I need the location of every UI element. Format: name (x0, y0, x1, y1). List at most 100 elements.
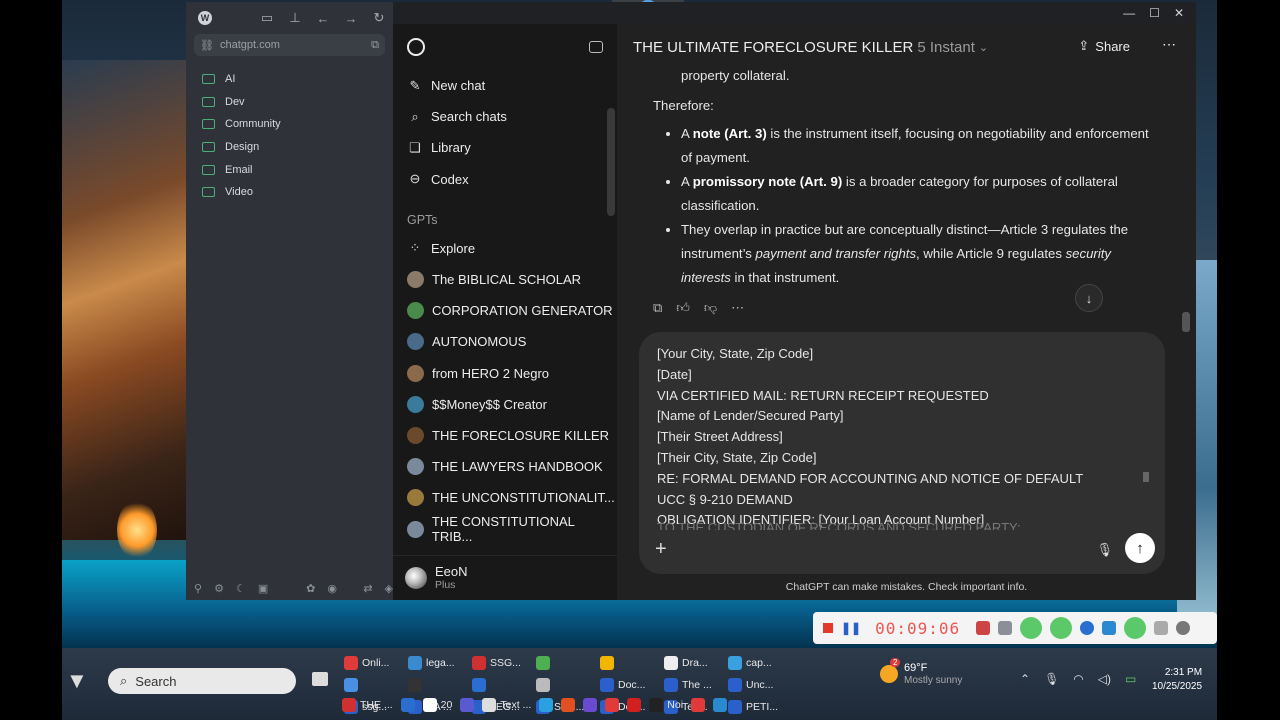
taskbar-app[interactable]: lega... (408, 652, 472, 674)
url-bar[interactable]: ⛓ chatgpt.com ⧉ (194, 34, 385, 56)
taskbar-app[interactable]: Doc... (600, 674, 664, 696)
thumbs-up-icon[interactable]: 👍︎ (676, 300, 690, 316)
taskbar-app[interactable] (536, 652, 600, 674)
browser-logo-icon[interactable]: W (198, 11, 212, 25)
taskbar-app[interactable]: Text ... (482, 698, 531, 712)
taskbar-app[interactable]: Noi (649, 698, 683, 712)
taskbar-app[interactable]: THE ... (342, 698, 393, 712)
pause-icon[interactable]: ❚❚ (841, 621, 861, 635)
forward-icon[interactable]: → (344, 11, 358, 26)
taskbar-app[interactable] (344, 674, 408, 696)
add-attachment-icon[interactable]: + (655, 538, 667, 561)
folder-item[interactable]: Video (186, 181, 393, 204)
sidebar-item-new-chat[interactable]: ✎ New chat (393, 70, 617, 101)
folder-item[interactable]: Email (186, 158, 393, 181)
chat-scrollbar[interactable] (1182, 312, 1190, 332)
gpt-item[interactable]: THE CONSTITUTIONAL TRIB... (393, 513, 617, 544)
stop-record-icon[interactable] (823, 623, 833, 633)
chevron-down-icon[interactable]: ⌄ (979, 41, 988, 54)
sidebar-item-search-chats[interactable]: ⌕ Search chats (393, 101, 617, 132)
taskbar-app[interactable] (400, 698, 415, 712)
taskbar-app[interactable] (539, 698, 554, 712)
minimize-icon[interactable]: — (1123, 6, 1135, 20)
folder-item[interactable]: AI (186, 68, 393, 91)
gpt-item[interactable]: THE LAWYERS HANDBOOK (393, 451, 617, 482)
taskbar-app[interactable]: PETI... (728, 696, 792, 718)
openai-logo-icon[interactable] (407, 38, 425, 56)
taskbar-app[interactable]: SSG... (472, 652, 536, 674)
back-icon[interactable]: ← (316, 11, 330, 26)
more-actions-icon[interactable]: ⋯ (731, 300, 744, 316)
taskbar-clock[interactable]: 2:31 PM 10/25/2025 (1152, 666, 1202, 694)
volume-icon[interactable]: ◁) (1098, 672, 1111, 686)
maximize-icon[interactable]: ☐ (1149, 6, 1160, 20)
fullscreen-icon[interactable] (1154, 621, 1169, 635)
folder-item[interactable]: Dev (186, 91, 393, 114)
sidebar-scrollbar[interactable] (607, 108, 615, 216)
tabs-icon[interactable]: ▣ (258, 582, 268, 595)
thumbs-down-icon[interactable]: 👎︎ (704, 300, 717, 316)
taskbar-app[interactable] (408, 674, 472, 696)
close-icon[interactable]: ✕ (1174, 6, 1184, 20)
gpt-item[interactable]: The BIBLICAL SCHOLAR (393, 264, 617, 295)
taskbar-app[interactable] (561, 698, 576, 712)
sidebar-item-codex[interactable]: ⊖ Codex (393, 164, 617, 195)
share-button[interactable]: ⇪ Share (1078, 38, 1130, 54)
taskbar-app[interactable]: Unc... (728, 674, 792, 696)
close-sidebar-icon[interactable] (589, 41, 603, 53)
github-icon[interactable]: ◉ (327, 582, 337, 595)
start-logo-icon[interactable]: ▼ (66, 668, 96, 698)
taskbar-app[interactable]: Onli... (344, 652, 408, 674)
battery-icon[interactable]: ▭ (1125, 672, 1136, 686)
gpt-item[interactable]: CORPORATION GENERATOR (393, 295, 617, 326)
sidebar-toggle-icon[interactable]: ▭ (260, 10, 274, 25)
wifi-icon[interactable]: ◠ (1073, 672, 1083, 686)
reload-icon[interactable]: ↻ (372, 10, 386, 25)
taskbar-app[interactable] (627, 698, 642, 712)
taskbar-app[interactable] (605, 698, 620, 712)
folder-item[interactable]: Design (186, 136, 393, 159)
gpt-item[interactable]: THE FORECLOSURE KILLER (393, 420, 617, 451)
compass-icon[interactable]: ◈ (385, 582, 393, 595)
share-panel-icon[interactable]: ⇄ (363, 582, 372, 595)
taskbar-app[interactable] (583, 698, 598, 712)
extensions-icon[interactable]: ⚲ (194, 582, 202, 595)
gpt-item[interactable]: AUTONOMOUS (393, 326, 617, 357)
browser-app-icon[interactable]: ✿ (306, 582, 315, 595)
task-view-icon[interactable] (312, 672, 328, 686)
copy-icon[interactable]: ⧉ (653, 300, 662, 316)
send-button[interactable]: ↑ (1125, 533, 1155, 563)
taskbar-app[interactable]: cap... (728, 652, 792, 674)
user-menu[interactable]: EeoN Plus (393, 555, 617, 600)
microphone-icon[interactable] (1050, 617, 1073, 639)
taskbar-app[interactable] (536, 674, 600, 696)
weather-widget[interactable]: 2 69°F Mostly sunny (880, 658, 962, 686)
gpt-item[interactable]: THE UNCONSTITUTIONALIT... (393, 482, 617, 513)
camera-icon[interactable] (998, 621, 1013, 635)
composer-text[interactable]: [Your City, State, Zip Code] [Date] VIA … (657, 344, 1137, 530)
taskbar-app[interactable] (600, 652, 664, 674)
taskbar-app[interactable] (713, 698, 728, 712)
settings-icon[interactable]: ⚙ (214, 582, 224, 595)
theme-icon[interactable]: ☾ (236, 582, 246, 595)
model-selector[interactable]: 5 Instant (917, 39, 975, 56)
tray-chevron-icon[interactable]: ⌃ (1020, 672, 1030, 686)
gpt-item[interactable]: $$Money$$ Creator (393, 389, 617, 420)
speaker-icon[interactable] (1020, 617, 1043, 639)
webcam-icon[interactable] (1080, 621, 1095, 635)
tray-mic-icon[interactable]: 🎙︎ (1044, 672, 1059, 686)
folder-item[interactable]: Community (186, 113, 393, 136)
taskbar-app[interactable]: Dra... (664, 652, 728, 674)
gpt-item[interactable]: from HERO 2 Negro (393, 358, 617, 389)
more-options-icon[interactable]: ⋯ (1162, 36, 1176, 53)
sidebar-item-explore[interactable]: ⁘ Explore (393, 233, 617, 264)
dictate-mic-icon[interactable]: 🎙︎ (1096, 542, 1113, 558)
taskbar-app[interactable]: The ... (664, 674, 728, 696)
taskbar-app[interactable] (460, 698, 475, 712)
pin-icon[interactable]: ⊥ (288, 10, 302, 25)
taskbar-search[interactable]: ⌕ Search (108, 668, 296, 694)
taskbar-app[interactable] (691, 698, 706, 712)
pen-icon[interactable] (1102, 621, 1117, 635)
open-tab-icon[interactable]: ⧉ (371, 39, 379, 52)
sidebar-item-library[interactable]: ❏ Library (393, 132, 617, 163)
